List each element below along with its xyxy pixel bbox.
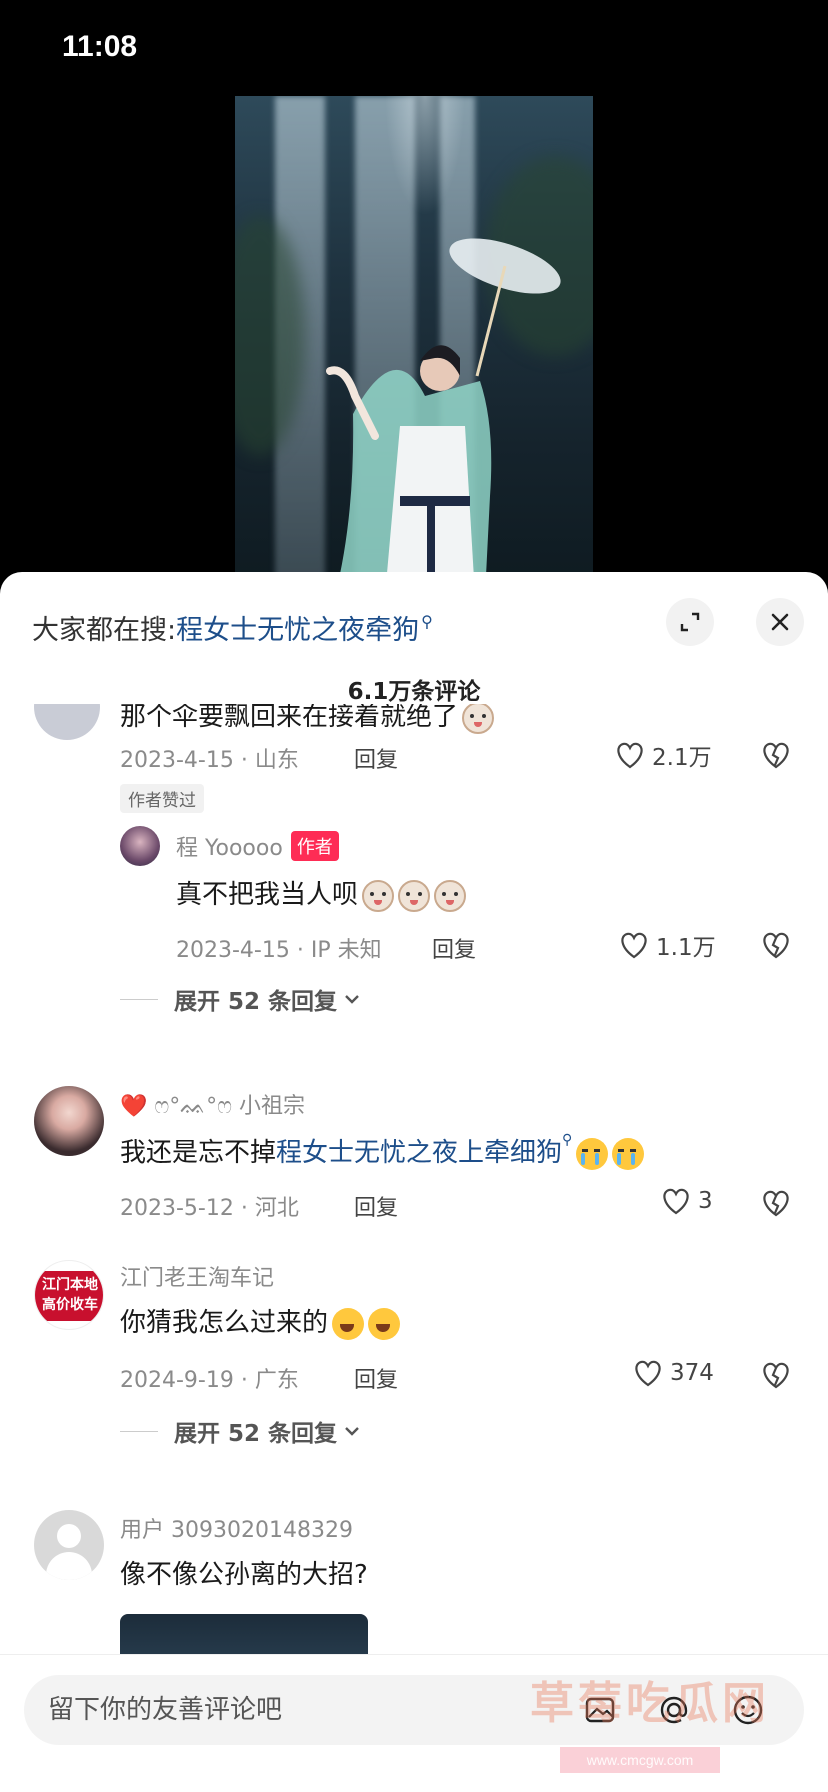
comment-text: 你猜我怎么过来的 [120,1302,401,1340]
watermark-url: www.cmcgw.com [560,1747,720,1773]
comment-username[interactable]: 程 Yooooo 作者 [176,830,339,862]
dislike-button[interactable] [760,1360,792,1394]
status-bar: 11:08 [0,0,828,96]
divider [120,1430,158,1432]
dislike-icon [763,932,789,959]
reply-button[interactable]: 回复 [354,1362,398,1394]
comment-username[interactable]: ❤️ ෆ°ᨐ°ෆ 小祖宗 [120,1088,305,1120]
emoji-icon [434,879,467,912]
heart-icon [621,932,647,959]
heart-icon [635,1360,661,1387]
comment-date-location: 2023-4-15 · 山东 [120,748,299,773]
video-player[interactable] [235,96,593,596]
author-badge: 作者 [290,831,339,861]
divider [120,998,158,1000]
search-suggestion-prefix: 大家都在搜: [32,615,177,646]
comment-date-location: 2024-9-19 · 广东 [120,1368,299,1393]
like-count: 2.1万 [652,745,712,771]
close-icon [771,613,789,631]
comment-list[interactable]: 那个伞要飘回来在接着就绝了 2023-4-15 · 山东 回复 2.1万 作者赞… [0,704,828,1654]
expand-icon [680,612,700,632]
avatar[interactable]: 江门本地 高价收车 [34,1260,104,1330]
status-time: 11:08 [62,30,138,63]
dislike-icon [763,742,789,769]
dislike-icon [763,1190,789,1217]
comment-text: 我还是忘不掉程女士无忧之夜上牵细狗⚲ [120,1132,645,1170]
reply-button[interactable]: 回复 [354,742,398,774]
like-button[interactable]: 2.1万 [614,738,712,772]
comment-username[interactable]: 用户 3093020148329 [120,1512,353,1544]
like-button[interactable]: 1.1万 [618,928,716,962]
like-count: 374 [670,1360,714,1386]
comments-count: 6.1万条评论 [347,679,481,705]
avatar[interactable] [34,1510,104,1580]
like-button[interactable]: 374 [632,1358,714,1388]
emoji-icon [462,704,495,734]
figure-image [326,238,561,596]
emoji-icon [576,1137,609,1170]
like-count: 3 [698,1188,713,1214]
expand-replies-button[interactable]: 展开 52 条回复 [120,982,361,1016]
emoji-icon [332,1307,365,1340]
chevron-down-icon [345,1427,359,1436]
search-icon: ⚲ [562,1132,573,1148]
avatar[interactable] [120,826,160,866]
comment-date-location: 2023-5-12 · 河北 [120,1196,299,1221]
comment-input[interactable] [48,1675,548,1745]
comment-text: 真不把我当人呗 [176,874,467,912]
comment-sheet: 大家都在搜: 程女士无忧之夜牵狗 ⚲ 6.1万条评论 那个伞要飘回来在接着就绝了… [0,572,828,1792]
emoji-icon [612,1137,645,1170]
close-button[interactable] [756,598,804,646]
expand-button[interactable] [666,598,714,646]
reply-button[interactable]: 回复 [354,1190,398,1222]
dislike-button[interactable] [760,740,792,774]
expand-replies-button[interactable]: 展开 52 条回复 [120,1414,361,1448]
author-liked-tag: 作者赞过 [120,784,204,813]
emoji-icon [398,879,431,912]
comment-date-location: 2023-4-15 · IP 未知 [176,938,382,963]
avatar[interactable] [34,1086,104,1156]
search-suggestion-keyword[interactable]: 程女士无忧之夜牵狗 [176,608,419,647]
emoji-icon [362,879,395,912]
expand-replies-label: 展开 52 条回复 [174,1421,338,1447]
avatar-text: 江门本地 高价收车 [42,1277,98,1313]
expand-replies-label: 展开 52 条回复 [174,989,338,1015]
comment-image[interactable] [120,1614,368,1654]
emoji-icon [368,1307,401,1340]
dislike-button[interactable] [760,1188,792,1222]
chevron-down-icon [345,995,359,1004]
like-button[interactable]: 3 [660,1186,713,1216]
search-keyword-link[interactable]: 程女士无忧之夜上牵细狗 [276,1138,562,1168]
like-count: 1.1万 [656,935,716,961]
reply-button[interactable]: 回复 [432,932,476,964]
comment-text: 那个伞要飘回来在接着就绝了 [120,704,495,734]
search-icon: ⚲ [421,612,433,631]
comment-input-bar: 草莓吃瓜网 www.cmcgw.com [0,1654,828,1792]
comment-username[interactable]: 江门老王淘车记 [120,1260,274,1292]
heart-icon [617,742,643,769]
dislike-icon [763,1362,789,1389]
watermark-text: 草莓吃瓜网 [530,1678,770,1729]
avatar[interactable] [34,704,100,740]
heart-icon [663,1188,689,1215]
comment-text: 像不像公孙离的大招? [120,1560,368,1590]
search-suggestion[interactable]: 大家都在搜: 程女士无忧之夜牵狗 ⚲ [32,608,433,647]
dislike-button[interactable] [760,930,792,964]
